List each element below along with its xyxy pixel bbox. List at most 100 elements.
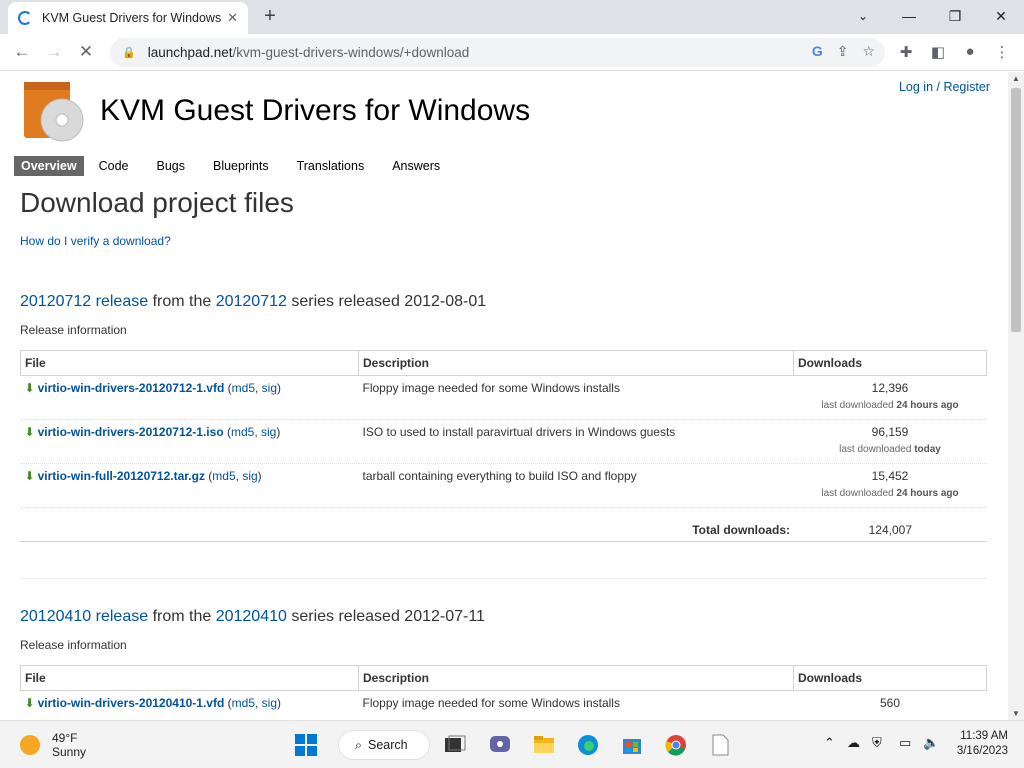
release-information-label: Release information [20, 638, 127, 652]
scroll-up-arrow-icon[interactable]: ▲ [1008, 74, 1024, 83]
browser-tabbar: KVM Guest Drivers for Windows ✕ + ⌄ — ❐ … [0, 0, 1024, 34]
download-count: 560 [879, 696, 901, 710]
release-from-text: from the [152, 608, 212, 625]
clock-date: 3/16/2023 [956, 745, 1008, 757]
share-icon[interactable]: ⇪ [837, 43, 849, 60]
column-header-file: File [20, 350, 359, 376]
scroll-down-arrow-icon[interactable]: ▼ [1008, 709, 1024, 718]
show-hidden-icons-chevron-icon[interactable]: ⌃ [824, 735, 835, 751]
tab-overview[interactable]: Overview [14, 156, 84, 176]
onedrive-icon[interactable]: ☁ [847, 735, 860, 751]
column-header-description: Description [358, 665, 794, 691]
last-downloaded-prefix: last downloaded [821, 400, 894, 411]
taskbar-search-label: Search [368, 738, 408, 752]
file-description: ISO to used to install paravirtual drive… [358, 419, 794, 464]
column-header-downloads: Downloads [793, 665, 987, 691]
page-scrollbar[interactable]: ▲ ▼ [1008, 72, 1024, 720]
address-bar[interactable]: 🔒 launchpad.net/kvm-guest-drivers-window… [110, 38, 885, 67]
last-downloaded: last downloaded today [798, 444, 983, 455]
side-panel-icon[interactable]: ◧ [928, 43, 948, 61]
security-shield-icon[interactable]: ⛨ [872, 735, 882, 751]
tab-code[interactable]: Code [92, 156, 136, 176]
back-button[interactable]: ← [10, 40, 34, 64]
release-link[interactable]: 20120410 release [20, 608, 148, 625]
project-nav-tabs: Overview Code Bugs Blueprints Translatio… [14, 156, 461, 176]
sun-icon [20, 735, 40, 755]
taskbar-search[interactable]: ⌕ Search [338, 730, 430, 760]
volume-icon[interactable]: 🔈 [923, 735, 939, 751]
table-row: ⬇ virtio-win-drivers-20120410-1.vfd (md5,… [20, 690, 987, 720]
browser-tab[interactable]: KVM Guest Drivers for Windows ✕ [8, 2, 248, 34]
tab-translations[interactable]: Translations [290, 156, 372, 176]
stop-loading-button[interactable]: ✕ [74, 40, 98, 64]
file-description: Floppy image needed for some Windows ins… [358, 690, 794, 720]
release-information-label: Release information [20, 323, 127, 337]
close-window-button[interactable]: ✕ [978, 4, 1024, 28]
tab-bugs[interactable]: Bugs [149, 156, 192, 176]
md5-link[interactable]: md5 [231, 425, 254, 439]
url-host: launchpad.net [147, 45, 233, 60]
file-link[interactable]: virtio-win-drivers-20120712-1.vfd [38, 381, 225, 395]
download-count: 15,452 [871, 469, 909, 483]
table-row: ⬇ virtio-win-drivers-20120712-1.vfd (md5,… [20, 375, 987, 420]
total-downloads-label: Total downloads: [692, 523, 790, 537]
sig-link[interactable]: sig [262, 381, 277, 395]
sig-link[interactable]: sig [261, 425, 276, 439]
file-link[interactable]: virtio-win-drivers-20120410-1.vfd [38, 696, 225, 710]
notepad-file-icon[interactable] [707, 733, 733, 757]
last-downloaded-prefix: last downloaded [839, 444, 912, 455]
forward-button[interactable]: → [42, 40, 66, 64]
browser-toolbar: ← → ✕ 🔒 launchpad.net/kvm-guest-drivers-… [0, 34, 1024, 71]
last-downloaded-prefix: last downloaded [821, 488, 894, 499]
table-row: ⬇ virtio-win-full-20120712.tar.gz (md5, s… [20, 463, 987, 508]
md5-link[interactable]: md5 [212, 469, 235, 483]
release-files-table: File Description Downloads ⬇ virtio-win-d… [20, 665, 987, 720]
file-description: Floppy image needed for some Windows ins… [358, 375, 794, 420]
chrome-browser-icon[interactable] [663, 733, 689, 757]
last-downloaded-value: 24 hours ago [896, 400, 959, 411]
sig-link[interactable]: sig [262, 696, 277, 710]
file-link[interactable]: virtio-win-full-20120712.tar.gz [38, 469, 205, 483]
file-link[interactable]: virtio-win-drivers-20120712-1.iso [38, 425, 224, 439]
md5-link[interactable]: md5 [232, 381, 255, 395]
windows-start-icon[interactable] [293, 733, 319, 757]
download-count: 96,159 [871, 425, 909, 439]
release-date-text: series released 2012-07-11 [291, 608, 485, 625]
minimize-button[interactable]: — [886, 4, 932, 28]
series-link[interactable]: 20120410 [216, 608, 287, 625]
weather-widget[interactable]: 49°F Sunny [20, 731, 86, 759]
tab-close-icon[interactable]: ✕ [227, 10, 238, 26]
column-header-description: Description [358, 350, 794, 376]
new-tab-button[interactable]: + [258, 4, 282, 28]
teams-chat-icon[interactable] [487, 733, 513, 757]
project-logo-icon [24, 82, 84, 142]
task-view-icon[interactable] [442, 733, 468, 757]
network-icon[interactable]: ▭ [899, 735, 911, 751]
login-register-link[interactable]: Log in / Register [899, 80, 990, 94]
last-downloaded-value: 24 hours ago [896, 488, 959, 499]
md5-link[interactable]: md5 [232, 696, 255, 710]
menu-kebab-icon[interactable]: ⋮ [992, 43, 1012, 61]
maximize-button[interactable]: ❐ [932, 4, 978, 28]
tab-search-icon[interactable]: ⌄ [840, 4, 886, 28]
edge-browser-icon[interactable] [575, 733, 601, 757]
extensions-icon[interactable]: ✚ [896, 43, 916, 61]
tab-answers[interactable]: Answers [385, 156, 447, 176]
microsoft-store-icon[interactable] [619, 733, 645, 757]
download-arrow-icon: ⬇ [24, 381, 35, 395]
release-link[interactable]: 20120712 release [20, 293, 148, 310]
file-explorer-icon[interactable] [531, 733, 557, 757]
tab-blueprints[interactable]: Blueprints [206, 156, 276, 176]
series-link[interactable]: 20120712 [216, 293, 287, 310]
sig-link[interactable]: sig [242, 469, 257, 483]
google-icon[interactable]: G [812, 43, 823, 60]
scrollbar-thumb[interactable] [1011, 88, 1021, 332]
last-downloaded-value: today [914, 444, 941, 455]
url-path: /kvm-guest-drivers-windows/+download [232, 45, 470, 60]
taskbar-clock[interactable]: 11:39 AM 3/16/2023 [944, 729, 1008, 759]
last-downloaded: last downloaded 24 hours ago [798, 400, 983, 411]
bookmark-star-icon[interactable]: ☆ [862, 43, 875, 60]
total-downloads-value: 124,007 [868, 523, 912, 537]
profile-avatar-icon[interactable]: ● [960, 43, 980, 60]
verify-download-link[interactable]: How do I verify a download? [20, 234, 171, 248]
